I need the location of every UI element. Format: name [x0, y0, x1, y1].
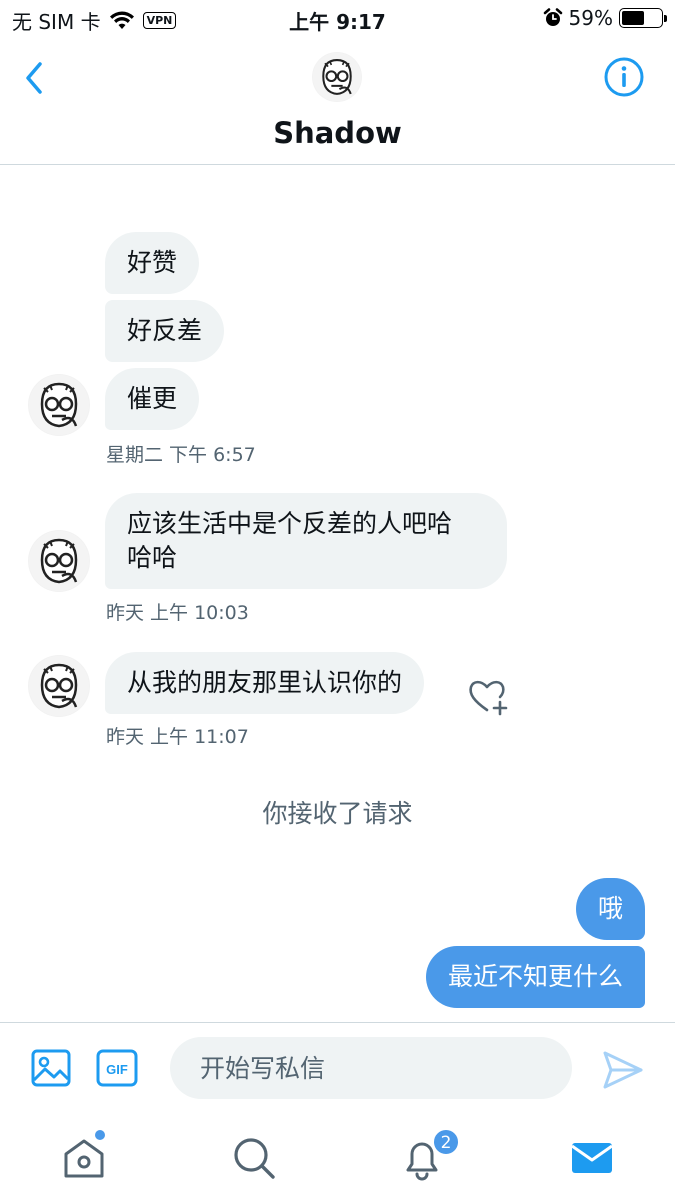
- alarm-icon: [543, 8, 562, 26]
- status-right: 59%: [543, 6, 667, 30]
- dm-conversation-screen: 无 SIM 卡 VPN 上午 9:17 59% Shadow 好赞 好反差 催更…: [0, 0, 675, 1200]
- message-bubble[interactable]: 好反差: [105, 300, 225, 362]
- gif-icon[interactable]: GIF: [96, 1047, 138, 1089]
- status-bar: 无 SIM 卡 VPN 上午 9:17 59%: [0, 0, 675, 38]
- sender-avatar[interactable]: [28, 374, 90, 436]
- message-text-line: 应该生活中是个反差的人吧哈: [127, 509, 453, 538]
- image-icon[interactable]: [30, 1047, 72, 1089]
- add-reaction-heart-icon[interactable]: [466, 674, 510, 718]
- notification-count-badge: 2: [432, 1128, 460, 1156]
- message-timestamp: 星期二 下午 6:57: [106, 444, 256, 466]
- message-text-line: 哈哈: [127, 543, 178, 572]
- message-bubble[interactable]: 好赞: [105, 232, 200, 294]
- search-icon[interactable]: [230, 1134, 278, 1182]
- battery-icon: [619, 8, 667, 28]
- battery-fill: [622, 11, 645, 25]
- message-bubble[interactable]: 应该生活中是个反差的人吧哈 哈哈: [105, 493, 507, 589]
- sender-avatar[interactable]: [28, 530, 90, 592]
- request-accepted-note: 你接收了请求: [262, 799, 413, 828]
- message-bubble[interactable]: 催更: [105, 368, 200, 430]
- avatar-face-icon: [29, 531, 89, 591]
- contact-avatar[interactable]: [312, 52, 362, 102]
- info-icon[interactable]: [603, 56, 645, 98]
- compose-bar: GIF: [0, 1022, 675, 1114]
- home-unread-dot: [95, 1130, 105, 1140]
- send-icon[interactable]: [600, 1047, 646, 1093]
- messages-envelope-icon[interactable]: [568, 1134, 616, 1182]
- avatar-face-icon: [312, 52, 362, 102]
- home-icon[interactable]: [60, 1134, 108, 1182]
- gif-label: GIF: [106, 1062, 128, 1077]
- battery-percent: 59%: [568, 6, 613, 30]
- sender-avatar[interactable]: [28, 655, 90, 717]
- message-timestamp: 昨天 上午 11:07: [106, 726, 249, 748]
- avatar-face-icon: [29, 375, 89, 435]
- conversation-header: Shadow: [0, 38, 675, 165]
- back-button[interactable]: [20, 58, 50, 98]
- outgoing-message-bubble[interactable]: 哦: [575, 878, 645, 940]
- outgoing-message-bubble[interactable]: 最近不知更什么: [425, 946, 645, 1008]
- message-timestamp: 昨天 上午 10:03: [106, 602, 249, 624]
- message-input[interactable]: [170, 1037, 572, 1099]
- avatar-face-icon: [29, 656, 89, 716]
- contact-name[interactable]: Shadow: [0, 116, 675, 150]
- message-bubble[interactable]: 从我的朋友那里认识你的: [105, 652, 425, 714]
